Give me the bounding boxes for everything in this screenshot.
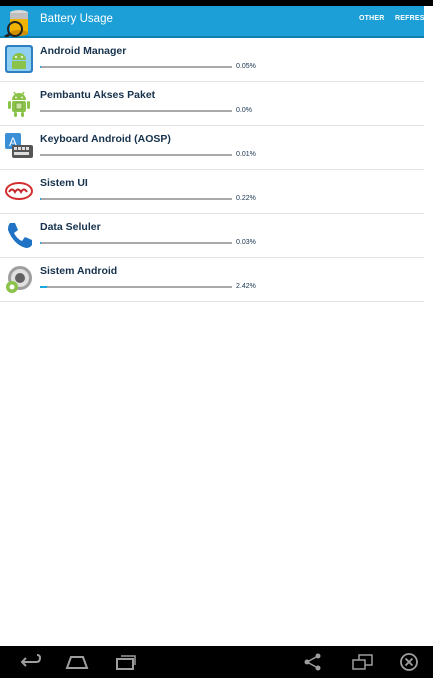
- battery-usage-list: Android Manager 0.05% Pembantu Akses Pak…: [0, 38, 424, 302]
- app-name: Keyboard Android (AOSP): [40, 133, 171, 145]
- usage-bar-fill: [40, 198, 41, 200]
- android-system-icon: [6, 266, 32, 293]
- usage-percent: 0.22%: [236, 195, 256, 202]
- screenshot-icon[interactable]: [351, 652, 375, 672]
- usage-percent: 0.03%: [236, 239, 256, 246]
- usage-bar: [40, 286, 232, 288]
- list-item[interactable]: Pembantu Akses Paket 0.0%: [0, 82, 424, 126]
- phone-icon: [8, 223, 32, 248]
- share-icon[interactable]: [301, 652, 325, 672]
- usage-percent: 0.05%: [236, 63, 256, 70]
- refresh-button[interactable]: REFRESH: [395, 15, 430, 22]
- usage-bar-fill: [40, 286, 47, 288]
- keyboard-icon: A: [5, 133, 33, 158]
- android-robot-icon: [8, 91, 30, 117]
- kitkat-icon: [5, 182, 33, 200]
- app-name: Android Manager: [40, 45, 127, 57]
- back-icon[interactable]: [18, 652, 42, 672]
- list-item[interactable]: A Keyboard Android (AOSP) 0.01%: [0, 126, 424, 170]
- usage-percent: 2.42%: [236, 283, 256, 290]
- app-name: Sistem Android: [40, 265, 118, 277]
- usage-bar: [40, 198, 232, 200]
- app-name: Pembantu Akses Paket: [40, 89, 156, 101]
- battery-app-icon[interactable]: [3, 7, 35, 37]
- close-icon[interactable]: [397, 652, 421, 672]
- navigation-bar: [0, 646, 433, 678]
- action-bar: Battery Usage OTHER REFRESH: [0, 6, 430, 38]
- list-item[interactable]: Sistem Android 2.42%: [0, 258, 424, 302]
- usage-percent: 0.0%: [236, 107, 252, 114]
- usage-bar: [40, 66, 232, 68]
- recents-icon[interactable]: [114, 652, 138, 672]
- page-title: Battery Usage: [40, 13, 113, 25]
- app-name: Sistem UI: [40, 177, 88, 189]
- usage-bar: [40, 242, 232, 244]
- list-item[interactable]: Android Manager 0.05%: [0, 38, 424, 82]
- list-item[interactable]: Sistem UI 0.22%: [0, 170, 424, 214]
- screen-edge: [424, 6, 433, 646]
- usage-bar: [40, 110, 232, 112]
- usage-bar: [40, 154, 232, 156]
- app-name: Data Seluler: [40, 221, 101, 233]
- usage-percent: 0.01%: [236, 151, 256, 158]
- list-item[interactable]: Data Seluler 0.03%: [0, 214, 424, 258]
- home-icon[interactable]: [65, 652, 89, 672]
- android-manager-icon: [5, 45, 33, 73]
- other-button[interactable]: OTHER: [359, 15, 385, 22]
